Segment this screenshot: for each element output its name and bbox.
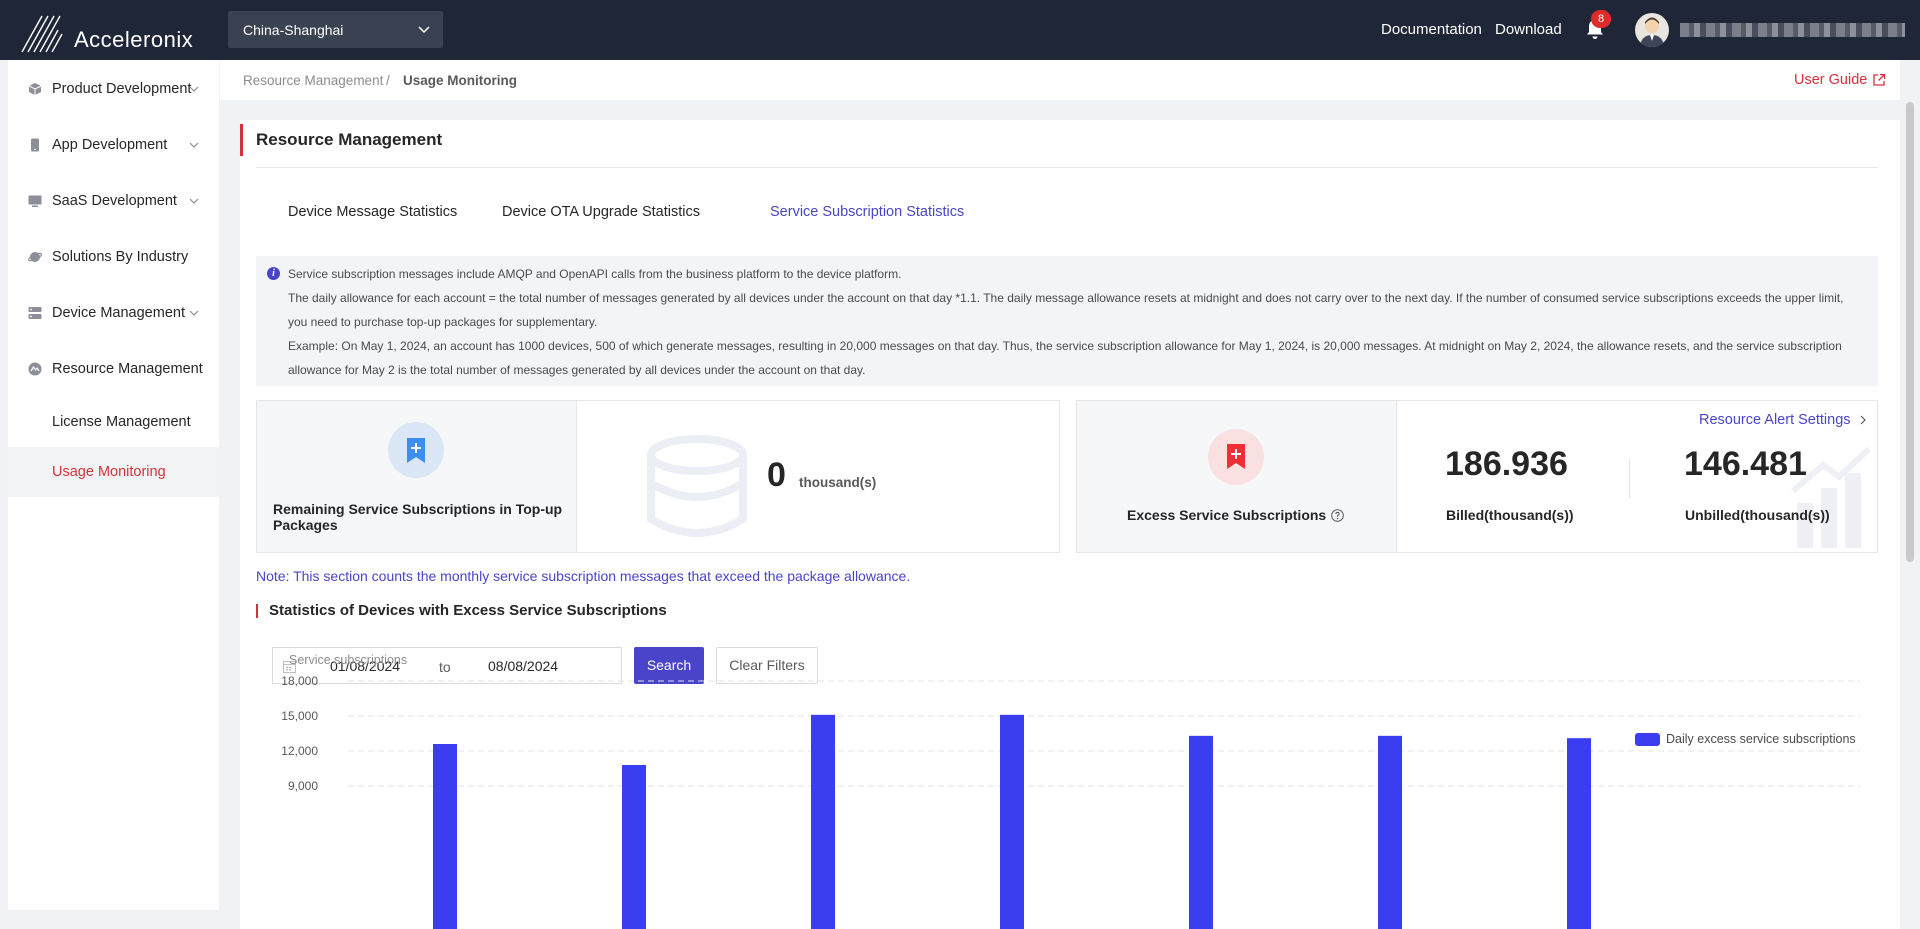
chart-bar[interactable] [622, 765, 646, 929]
sidebar-item-usage-monitoring[interactable]: Usage Monitoring [8, 447, 219, 497]
logo-mark-icon [21, 15, 63, 53]
sidebar-item-label: Product Development [52, 81, 192, 97]
chart-bar[interactable] [1378, 735, 1402, 929]
breadcrumb-separator: / [386, 72, 390, 88]
download-link[interactable]: Download [1495, 21, 1562, 38]
sidebar-item-product-development[interactable]: Product Development [8, 64, 219, 114]
chart-bar[interactable] [433, 744, 457, 929]
documentation-link[interactable]: Documentation [1381, 21, 1482, 38]
avatar[interactable] [1635, 13, 1669, 47]
notification-badge: 8 [1591, 10, 1611, 28]
excess-subscriptions-chart: Service subscriptions 18,000 15,000 12,000 9… [281, 653, 1860, 929]
region-select[interactable]: China-Shanghai [228, 11, 443, 48]
breadcrumb: Resource Management / Usage Monitoring U… [220, 60, 1900, 100]
chart-bar[interactable] [811, 714, 835, 929]
external-link-icon [1873, 73, 1886, 86]
sidebar: Product Development App Development SaaS… [8, 60, 219, 910]
top-bar: Acceleronix China-Shanghai Documentation… [0, 0, 1920, 60]
user-avatar-icon [1640, 17, 1664, 47]
sidebar-item-solutions-by-industry[interactable]: Solutions By Industry [8, 232, 219, 282]
y-tick-label: 18,000 [281, 674, 318, 688]
page-scrollbar[interactable] [1906, 102, 1914, 562]
sidebar-item-resource-management[interactable]: Resource Management [8, 344, 219, 394]
breadcrumb-parent[interactable]: Resource Management [243, 73, 383, 88]
username-blurred [1680, 23, 1905, 37]
logo[interactable]: Acceleronix [20, 8, 193, 54]
user-guide-label: User Guide [1794, 72, 1868, 88]
breadcrumb-current: Usage Monitoring [403, 72, 517, 88]
chart-bar[interactable] [1000, 714, 1024, 929]
cube-icon [28, 83, 42, 95]
chart-bar[interactable] [1189, 735, 1213, 929]
server-icon [28, 307, 42, 319]
user-guide-link[interactable]: User Guide [1794, 72, 1886, 88]
resource-icon [28, 362, 42, 376]
sidebar-item-saas-development[interactable]: SaaS Development [8, 176, 219, 226]
chevron-down-icon [418, 26, 430, 34]
chevron-down-icon [189, 310, 199, 316]
chevron-down-icon [189, 198, 199, 204]
chevron-down-icon [189, 86, 199, 92]
y-tick-label: 9,000 [288, 779, 318, 793]
sidebar-item-label: App Development [52, 137, 168, 153]
monitor-icon [28, 195, 42, 207]
sidebar-item-label: Solutions By Industry [52, 249, 189, 265]
y-tick-label: 12,000 [281, 744, 318, 758]
sidebar-item-label: SaaS Development [52, 193, 177, 209]
sidebar-item-label: Device Management [52, 305, 185, 321]
chevron-down-icon [189, 142, 199, 148]
chart-bar[interactable] [1567, 738, 1591, 929]
sidebar-item-label: Resource Management [52, 361, 203, 377]
region-value: China-Shanghai [243, 21, 344, 38]
main-card: Resource Management Device Message Stati… [240, 120, 1900, 929]
sidebar-item-license-management[interactable]: License Management [8, 397, 219, 447]
sidebar-item-device-management[interactable]: Device Management [8, 288, 219, 338]
phone-icon [31, 138, 39, 152]
logo-text: Acceleronix [74, 27, 194, 52]
y-axis-label: Service subscriptions [289, 653, 407, 667]
planet-icon [28, 252, 42, 262]
y-tick-label: 15,000 [281, 709, 318, 723]
sidebar-item-app-development[interactable]: App Development [8, 120, 219, 170]
